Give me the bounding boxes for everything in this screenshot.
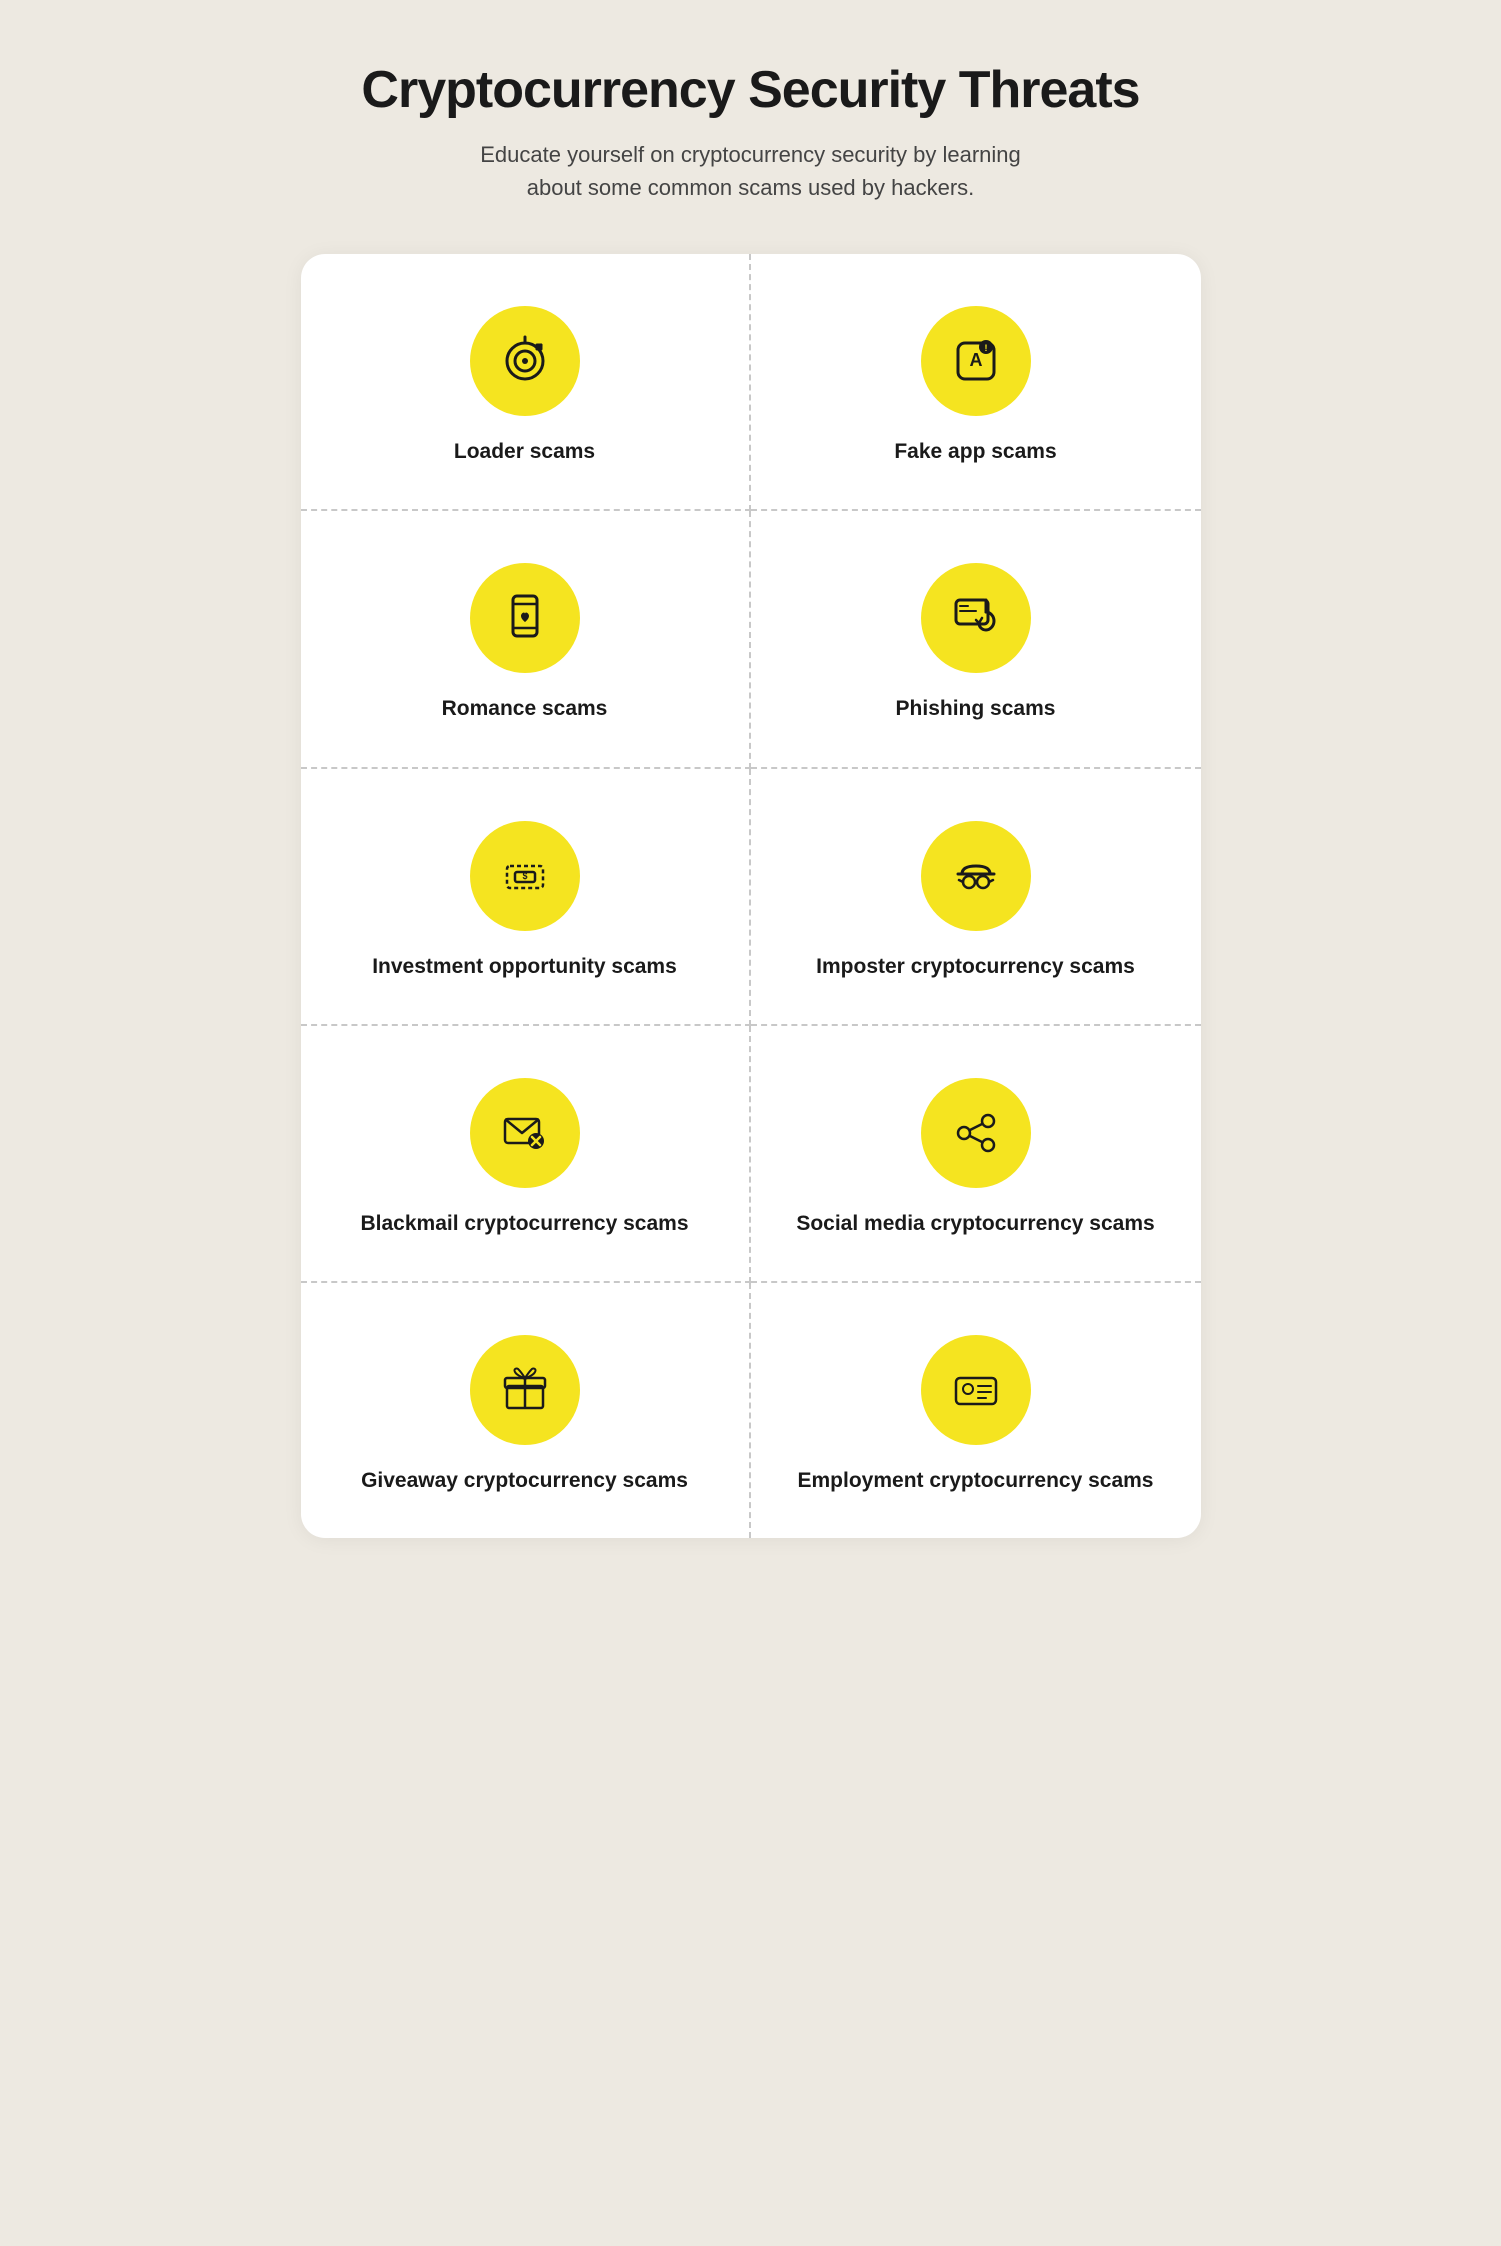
cell-imposter-scams: Imposter cryptocurrency scams xyxy=(751,769,1201,1026)
romance-scams-label: Romance scams xyxy=(442,695,608,722)
cell-romance-scams: Romance scams xyxy=(301,511,751,768)
social-media-scams-label: Social media cryptocurrency scams xyxy=(796,1210,1154,1237)
blackmail-scams-label: Blackmail cryptocurrency scams xyxy=(360,1210,688,1237)
app-store-icon: A ! xyxy=(948,333,1004,389)
gift-icon xyxy=(497,1362,553,1418)
phishing-scams-label: Phishing scams xyxy=(896,695,1056,722)
giveaway-scams-label: Giveaway cryptocurrency scams xyxy=(361,1467,688,1494)
investment-scams-label: Investment opportunity scams xyxy=(372,953,677,980)
employment-scams-label: Employment cryptocurrency scams xyxy=(798,1467,1154,1494)
romance-scams-icon-circle xyxy=(470,563,580,673)
cell-loader-scams: Loader scams xyxy=(301,254,751,511)
id-card-icon xyxy=(948,1362,1004,1418)
cell-social-media-scams: Social media cryptocurrency scams xyxy=(751,1026,1201,1283)
loader-scams-label: Loader scams xyxy=(454,438,595,465)
social-media-scams-icon-circle xyxy=(921,1078,1031,1188)
target-icon xyxy=(497,333,553,389)
share-icon xyxy=(948,1105,1004,1161)
threat-grid: Loader scams A ! Fake app scams xyxy=(301,254,1201,1538)
phishing-scams-icon-circle xyxy=(921,563,1031,673)
imposter-scams-label: Imposter cryptocurrency scams xyxy=(816,953,1135,980)
cell-fake-app-scams: A ! Fake app scams xyxy=(751,254,1201,511)
svg-text:A: A xyxy=(969,350,982,370)
cell-phishing-scams: Phishing scams xyxy=(751,511,1201,768)
cell-investment-scams: $ Investment opportunity scams xyxy=(301,769,751,1026)
giveaway-scams-icon-circle xyxy=(470,1335,580,1445)
page-title: Cryptocurrency Security Threats xyxy=(361,60,1139,120)
page-subtitle: Educate yourself on cryptocurrency secur… xyxy=(471,138,1031,204)
spy-icon xyxy=(948,848,1004,904)
svg-text:$: $ xyxy=(522,871,527,881)
threat-card: Loader scams A ! Fake app scams xyxy=(301,254,1201,1538)
money-dashed-icon: $ xyxy=(497,848,553,904)
fake-app-scams-label: Fake app scams xyxy=(894,438,1056,465)
cell-blackmail-scams: Blackmail cryptocurrency scams xyxy=(301,1026,751,1283)
phone-heart-icon xyxy=(497,590,553,646)
cell-giveaway-scams: Giveaway cryptocurrency scams xyxy=(301,1283,751,1538)
fake-app-scams-icon-circle: A ! xyxy=(921,306,1031,416)
envelope-x-icon xyxy=(497,1105,553,1161)
investment-scams-icon-circle: $ xyxy=(470,821,580,931)
imposter-scams-icon-circle xyxy=(921,821,1031,931)
cell-employment-scams: Employment cryptocurrency scams xyxy=(751,1283,1201,1538)
phishing-icon xyxy=(948,590,1004,646)
employment-scams-icon-circle xyxy=(921,1335,1031,1445)
svg-text:!: ! xyxy=(984,343,987,353)
blackmail-scams-icon-circle xyxy=(470,1078,580,1188)
loader-scams-icon-circle xyxy=(470,306,580,416)
